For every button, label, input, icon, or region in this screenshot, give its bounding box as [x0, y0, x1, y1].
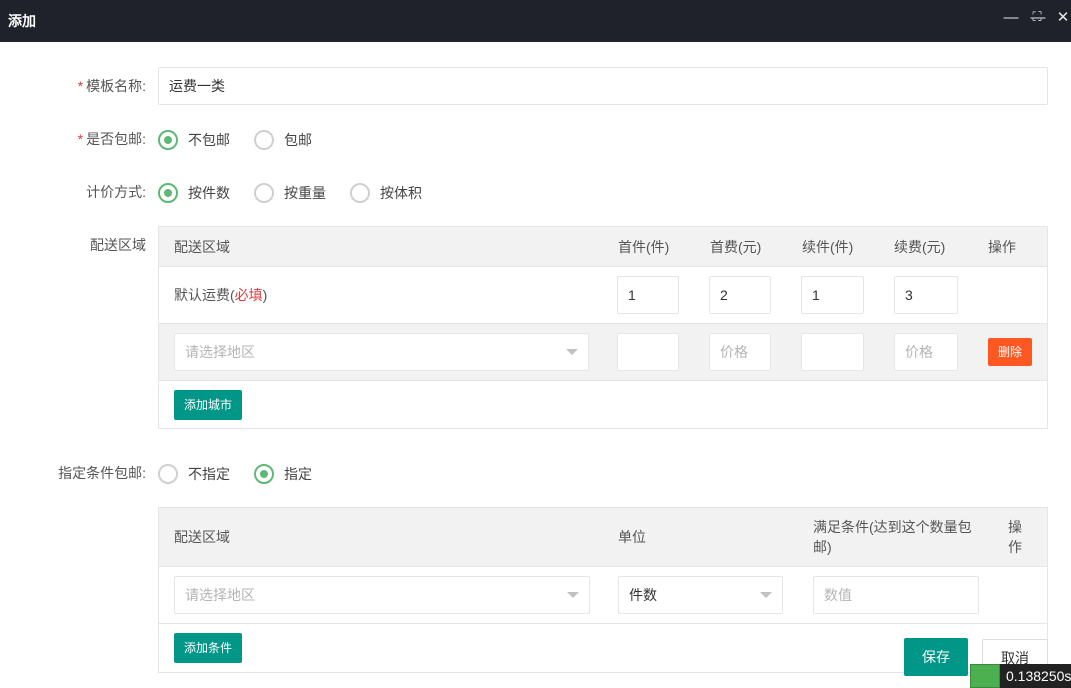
header-unit: 单位 — [618, 529, 646, 545]
delivery-area-label: 配送区域 — [90, 237, 146, 253]
header-condition: 满足条件(达到这个数量包邮) — [813, 519, 972, 555]
region-extra-fee-input[interactable]: 价格 — [894, 333, 958, 371]
template-name-input[interactable]: 运费一类 — [158, 67, 1048, 105]
add-condition-button[interactable]: 添加条件 — [174, 633, 242, 663]
radio-by-volume[interactable]: 按体积 — [350, 182, 422, 204]
unit-select[interactable]: 件数 — [618, 576, 783, 614]
header-first-fee: 首费(元) — [710, 239, 762, 255]
header-extra-item: 续件(件) — [802, 239, 854, 255]
default-fee-label: 默认运费(必填) — [174, 287, 268, 303]
save-button[interactable]: 保存 — [904, 638, 968, 676]
free-shipping-label: * 是否包邮: — [77, 131, 146, 147]
chevron-down-icon — [566, 349, 578, 355]
radio-by-weight[interactable]: 按重量 — [254, 182, 326, 204]
debug-timer: 0.138250s — [970, 664, 1071, 688]
region-extra-item-input[interactable] — [801, 333, 864, 371]
radio-circle — [254, 464, 274, 484]
condition-region-select[interactable]: 请选择地区 — [174, 576, 590, 614]
radio-not-specified[interactable]: 不指定 — [158, 463, 230, 485]
radio-circle — [158, 183, 178, 203]
region-first-item-input[interactable] — [617, 333, 679, 371]
table-header-row: 配送区域 首件(件) 首费(元) 续件(件) 续费(元) 操作 — [159, 227, 1047, 267]
header-area: 配送区域 — [174, 529, 230, 545]
dialog-title: 添加 — [8, 13, 36, 29]
close-button[interactable]: ✕ — [1053, 8, 1071, 28]
template-name-label: * 模板名称: — [77, 78, 146, 94]
first-fee-input[interactable]: 2 — [709, 276, 771, 314]
header-extra-fee: 续费(元) — [894, 239, 946, 255]
minimize-button[interactable]: — — [1001, 8, 1021, 28]
region-first-fee-input[interactable]: 价格 — [709, 333, 771, 371]
first-item-input[interactable]: 1 — [617, 276, 679, 314]
radio-circle — [158, 130, 178, 150]
radio-free-shipping[interactable]: 包邮 — [254, 129, 312, 151]
condition-value-input[interactable]: 数值 — [813, 576, 979, 614]
radio-circle — [350, 183, 370, 203]
delivery-area-table: 配送区域 首件(件) 首费(元) 续件(件) 续费(元) 操作 默认运费(必填)… — [158, 226, 1048, 429]
required-mark: * — [77, 131, 84, 147]
chevron-down-icon — [760, 592, 772, 598]
table-header-row: 配送区域 单位 满足条件(达到这个数量包邮) 操作 — [159, 508, 1047, 567]
minimize-icon: — — [1003, 9, 1019, 26]
radio-by-count[interactable]: 按件数 — [158, 182, 230, 204]
chevron-down-icon — [567, 592, 579, 598]
header-first-item: 首件(件) — [618, 239, 670, 255]
radio-specified[interactable]: 指定 — [254, 463, 312, 485]
required-text: 必填 — [234, 287, 263, 303]
condition-row: 请选择地区 件数 数值 — [159, 567, 1047, 624]
extra-item-input[interactable]: 1 — [801, 276, 864, 314]
radio-not-free-shipping[interactable]: 不包邮 — [158, 129, 230, 151]
timer-logo — [970, 664, 1000, 688]
header-area: 配送区域 — [174, 239, 230, 255]
default-fee-row: 默认运费(必填) 1 2 1 3 — [159, 267, 1047, 324]
timer-text: 0.138250s — [1000, 664, 1071, 688]
region-row: 请选择地区 价格 价格 删除 — [159, 324, 1047, 381]
extra-fee-input[interactable]: 3 — [894, 276, 958, 314]
maximize-button[interactable]: ⛶ — [1027, 7, 1047, 27]
radio-circle — [254, 130, 274, 150]
header-actions: 操作 — [988, 239, 1016, 255]
add-city-button[interactable]: 添加城市 — [174, 390, 242, 420]
dialog-titlebar: 添加 — — [0, 0, 1071, 42]
region-select[interactable]: 请选择地区 — [174, 333, 589, 371]
radio-circle — [254, 183, 274, 203]
header-actions: 操作 — [1008, 519, 1022, 555]
delete-button[interactable]: 删除 — [988, 338, 1032, 366]
close-icon: ✕ — [1056, 9, 1070, 26]
radio-circle — [158, 464, 178, 484]
conditional-free-label: 指定条件包邮: — [58, 465, 146, 481]
required-mark: * — [77, 78, 84, 94]
pricing-method-label: 计价方式: — [86, 184, 146, 200]
maximize-icon: ⛶ — [1032, 9, 1042, 24]
